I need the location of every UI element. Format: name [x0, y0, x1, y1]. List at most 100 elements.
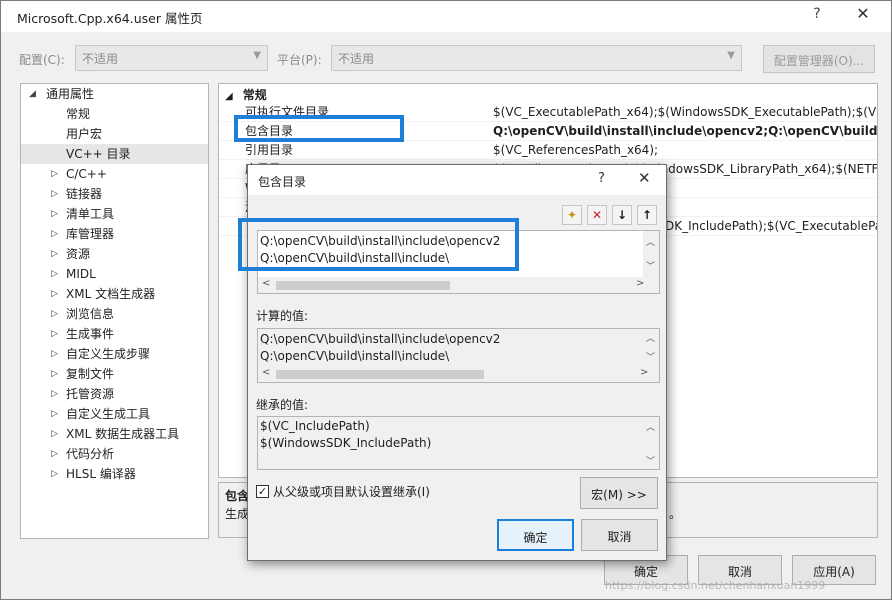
tree-item-label: 代码分析 [66, 447, 115, 461]
tree-item[interactable]: ▷ 自定义生成步骤 [21, 344, 208, 364]
chevron-up-icon[interactable]: ︿ [646, 420, 655, 433]
expand-arrow-icon[interactable]: ▷ [51, 344, 58, 364]
dialog-title-bar: 包含目录 ? ✕ [248, 165, 666, 195]
highlight-box [238, 218, 519, 271]
grid-row-name: 引用目录 [245, 143, 294, 157]
expand-arrow-icon[interactable]: ▷ [51, 444, 58, 464]
chevron-right-icon[interactable]: > [636, 278, 644, 289]
dialog-ok-button[interactable]: 确定 [497, 519, 574, 551]
tree-item[interactable]: ▷ 生成事件 [21, 324, 208, 344]
inherit-checkbox[interactable]: ✓ [256, 485, 269, 498]
expand-arrow-icon[interactable]: ▷ [51, 364, 58, 384]
expand-arrow-icon[interactable]: ▷ [51, 244, 58, 264]
move-up-icon[interactable]: ↑ [637, 205, 657, 225]
chevron-down-icon[interactable]: ﹀ [646, 259, 655, 272]
horizontal-scrollbar[interactable]: < > [258, 277, 659, 293]
config-label: 配置(C): [19, 53, 65, 67]
help-icon[interactable]: ? [598, 171, 605, 186]
close-icon[interactable]: ✕ [638, 169, 651, 187]
vertical-scrollbar[interactable]: ︿ ﹀ [643, 417, 659, 469]
grid-row-value: Q:\openCV\build\install\include\opencv2;… [493, 124, 878, 138]
macros-button[interactable]: 宏(M) >> [580, 477, 658, 509]
include-dirs-dialog: 包含目录 ? ✕ ✦ ✕ ↓ ↑ Q:\openCV\build\install… [238, 164, 667, 561]
expand-arrow-icon[interactable]: ▷ [51, 184, 58, 204]
evaluated-values: Q:\openCV\build\install\include\opencv2 … [257, 328, 660, 383]
tree-item[interactable]: ▷ 浏览信息 [21, 304, 208, 324]
vertical-scrollbar[interactable]: ︿ ﹀ [643, 231, 659, 277]
tree-item-label: 用户宏 [66, 127, 103, 141]
expand-arrow-icon[interactable]: ▷ [51, 224, 58, 244]
tree-item[interactable]: ▷ 库管理器 [21, 224, 208, 244]
chevron-down-icon: ▼ [253, 50, 261, 61]
tree-item[interactable]: ▷ 复制文件 [21, 364, 208, 384]
chevron-up-icon[interactable]: ︿ [646, 235, 655, 248]
chevron-down-icon[interactable]: ﹀ [646, 350, 655, 363]
evaluated-label: 计算的值: [256, 309, 309, 323]
tree-item-label: XML 文档生成器 [66, 287, 156, 301]
tree-item[interactable]: ▷ 自定义生成工具 [21, 404, 208, 424]
move-down-icon[interactable]: ↓ [612, 205, 632, 225]
tree-root[interactable]: ◢ 通用属性 [21, 84, 208, 104]
expand-arrow-icon[interactable]: ▷ [51, 404, 58, 424]
delete-icon[interactable]: ✕ [587, 205, 607, 225]
tree-item[interactable]: ▷ 代码分析 [21, 444, 208, 464]
chevron-left-icon[interactable]: < [262, 367, 270, 378]
new-line-icon[interactable]: ✦ [562, 205, 582, 225]
tree-item-label: 资源 [66, 247, 91, 261]
expanded-arrow-icon[interactable]: ◢ [29, 84, 36, 104]
category-tree[interactable]: ◢ 通用属性 常规 用户宏 VC++ 目录 ▷ C/C++ ▷ 链接器 ▷ 清单工具 ▷ 库管理器 ▷… [20, 83, 209, 539]
inherit-checkbox-label[interactable]: 从父级或项目默认设置继承(I) [273, 483, 430, 500]
tree-item[interactable]: VC++ 目录 [21, 144, 208, 164]
tree-item-label: 生成事件 [66, 327, 115, 341]
tree-item[interactable]: ▷ 链接器 [21, 184, 208, 204]
tree-item[interactable]: ▷ 资源 [21, 244, 208, 264]
scrollbar-thumb[interactable] [276, 370, 484, 379]
description-body: 生成 [225, 507, 250, 521]
tree-item-label: HLSL 编译器 [66, 467, 136, 481]
expand-arrow-icon[interactable]: ▷ [51, 424, 58, 444]
tree-item-label: C/C++ [66, 167, 107, 181]
chevron-up-icon[interactable]: ︿ [646, 331, 655, 344]
dialog-title: 包含目录 [258, 175, 307, 189]
chevron-right-icon[interactable]: > [640, 367, 648, 378]
tree-item[interactable]: ▷ 托管资源 [21, 384, 208, 404]
expand-arrow-icon[interactable]: ▷ [51, 384, 58, 404]
title-bar: Microsoft.Cpp.x64.user 属性页 ? ✕ [1, 1, 891, 32]
tree-item[interactable]: 用户宏 [21, 124, 208, 144]
watermark-text: https://blog.csdn.net/chenhanxuan1999 [605, 579, 826, 592]
tree-item[interactable]: ▷ MIDL [21, 264, 208, 284]
expand-arrow-icon[interactable]: ▷ [51, 284, 58, 304]
highlight-box [234, 115, 404, 142]
inherited-line: $(VC_IncludePath) [260, 419, 370, 433]
expand-arrow-icon[interactable]: ▷ [51, 324, 58, 344]
expanded-arrow-icon: ◢ [225, 91, 233, 102]
tree-item[interactable]: ▷ HLSL 编译器 [21, 464, 208, 484]
expand-arrow-icon[interactable]: ▷ [51, 264, 58, 284]
tree-item-label: XML 数据生成器工具 [66, 427, 180, 441]
tree-item-label: 浏览信息 [66, 307, 115, 321]
platform-select: 不适用 ▼ [331, 45, 742, 71]
config-manager-button: 配置管理器(O)... [763, 45, 875, 73]
dialog-cancel-button[interactable]: 取消 [581, 519, 658, 551]
help-icon[interactable]: ? [807, 6, 827, 26]
tree-item[interactable]: 常规 [21, 104, 208, 124]
chevron-left-icon[interactable]: < [262, 278, 270, 289]
grid-row[interactable]: 引用目录 $(VC_ReferencesPath_x64); [219, 141, 877, 160]
tree-item[interactable]: ▷ XML 文档生成器 [21, 284, 208, 304]
expand-arrow-icon[interactable]: ▷ [51, 164, 58, 184]
vertical-scrollbar[interactable]: ︿ ﹀ [643, 329, 659, 366]
chevron-down-icon[interactable]: ﹀ [646, 454, 655, 467]
close-icon[interactable]: ✕ [849, 4, 877, 28]
expand-arrow-icon[interactable]: ▷ [51, 304, 58, 324]
evaluated-line: Q:\openCV\build\install\include\opencv2 [260, 332, 501, 346]
tree-item-label: MIDL [66, 267, 96, 281]
tree-item[interactable]: ▷ 清单工具 [21, 204, 208, 224]
tree-item[interactable]: ▷ C/C++ [21, 164, 208, 184]
platform-value: 不适用 [338, 52, 375, 66]
tree-item[interactable]: ▷ XML 数据生成器工具 [21, 424, 208, 444]
expand-arrow-icon[interactable]: ▷ [51, 464, 58, 484]
scrollbar-thumb[interactable] [276, 281, 450, 290]
expand-arrow-icon[interactable]: ▷ [51, 204, 58, 224]
horizontal-scrollbar[interactable]: < > [258, 366, 659, 382]
grid-section-header[interactable]: ◢ 常规 [225, 86, 267, 103]
